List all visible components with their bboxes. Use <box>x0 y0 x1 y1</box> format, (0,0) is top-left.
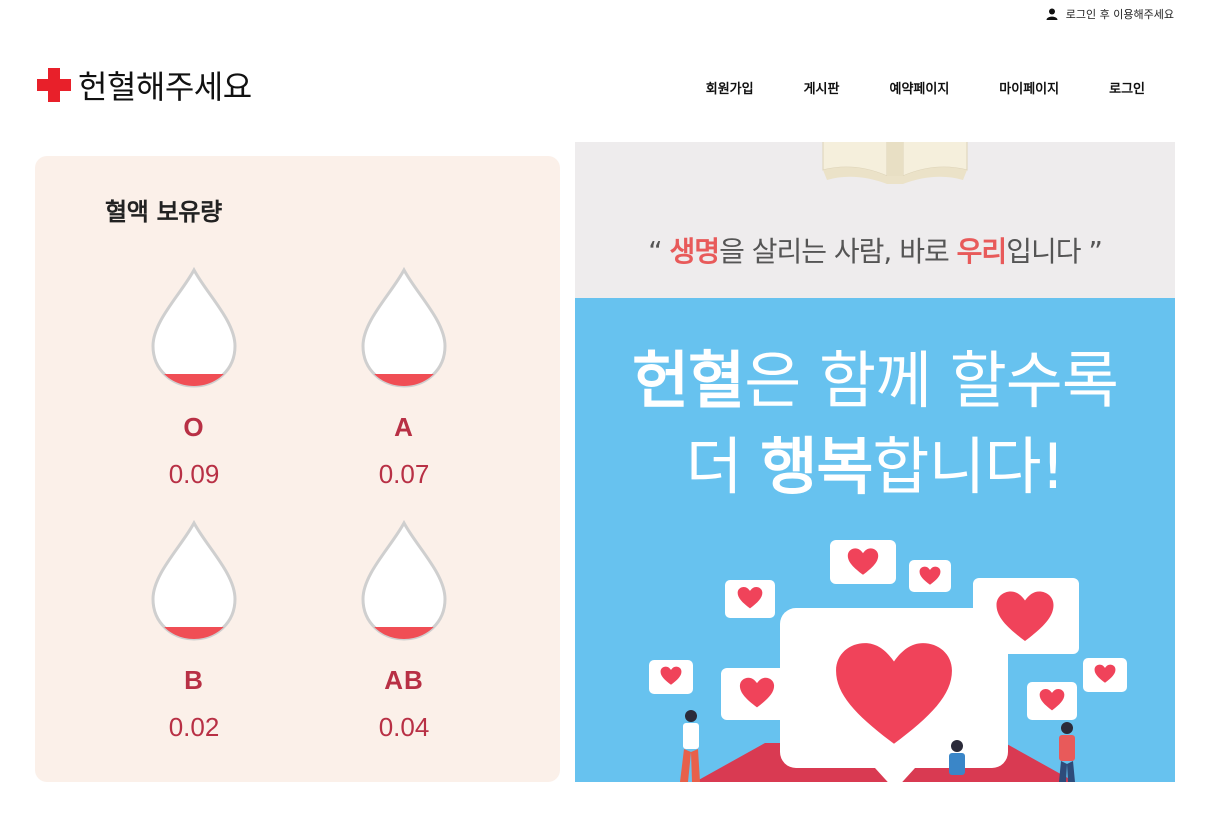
heart-icon <box>725 580 775 618</box>
blood-stock-panel: 혈액 보유량 O 0.09 A 0.07 B 0.02 AB 0.04 <box>35 156 560 782</box>
person-figure <box>1059 722 1075 782</box>
headline-pre-2: 더 <box>685 430 761 503</box>
heart-icon <box>1027 682 1077 720</box>
heart-icon <box>973 578 1079 654</box>
person-figure <box>680 710 700 782</box>
blood-drop-icon <box>361 519 447 641</box>
heart-icon <box>721 668 793 720</box>
book-illustration <box>822 142 968 184</box>
person-figure <box>949 740 965 775</box>
logo-text: 헌혈해주세요 <box>78 68 252 106</box>
quote-mid: 을 살리는 사람, 바로 <box>719 235 957 268</box>
util-bar: 로그인 후 이용해주세요 <box>1046 6 1174 22</box>
blood-type-label: B <box>184 665 204 695</box>
headline-rest-2: 합니다! <box>872 430 1065 503</box>
main-nav: 회원가입 게시판 예약페이지 마이페이지 로그인 <box>681 78 1168 97</box>
red-cross-logo-icon <box>37 68 71 102</box>
banner-headline: 헌혈은 함께 할수록 더 행복합니다! <box>575 338 1175 510</box>
blood-type-value: 0.02 <box>168 712 220 742</box>
quote-accent-us: 우리 <box>956 235 1008 268</box>
headline-rest-1: 은 함께 할수록 <box>744 344 1119 417</box>
blood-drop-icon <box>151 266 237 388</box>
blood-type-label: A <box>394 412 414 442</box>
promo-banner: “ 생명을 살리는 사람, 바로 우리입니다 ” 헌혈은 함께 할수록 더 행복… <box>575 142 1175 782</box>
headline-line-1: 헌혈은 함께 할수록 <box>575 338 1175 424</box>
hearts-illustration <box>649 540 1127 782</box>
nav-reservation[interactable]: 예약페이지 <box>864 78 974 97</box>
nav-board[interactable]: 게시판 <box>779 78 865 97</box>
nav-signup[interactable]: 회원가입 <box>681 78 779 97</box>
banner-quote: “ 생명을 살리는 사람, 바로 우리입니다 ” <box>575 230 1175 270</box>
banner-main-area: 헌혈은 함께 할수록 더 행복합니다! <box>575 298 1175 782</box>
blood-stock-title: 혈액 보유량 <box>105 198 222 226</box>
nav-mypage[interactable]: 마이페이지 <box>974 78 1084 97</box>
quote-open: “ <box>648 235 670 268</box>
blood-drop-icon <box>151 519 237 641</box>
blood-type-b: B 0.02 <box>139 519 249 743</box>
quote-end: 입니다 ” <box>1006 235 1103 268</box>
heart-icon <box>649 660 693 694</box>
blood-type-value: 0.04 <box>378 712 430 742</box>
heart-icon <box>909 560 951 592</box>
login-prompt-link[interactable]: 로그인 후 이용해주세요 <box>1066 6 1174 22</box>
headline-bold-1: 헌혈 <box>632 344 745 417</box>
quote-accent-life: 생명 <box>669 235 721 268</box>
heart-icon <box>830 540 896 584</box>
headline-line-2: 더 행복합니다! <box>575 424 1175 510</box>
banner-quote-area: “ 생명을 살리는 사람, 바로 우리입니다 ” <box>575 142 1175 298</box>
blood-type-a: A 0.07 <box>349 266 459 490</box>
blood-drop-icon <box>361 266 447 388</box>
blood-type-value: 0.07 <box>378 459 430 489</box>
blood-type-label: AB <box>384 665 424 695</box>
heart-icon <box>1083 658 1127 692</box>
headline-bold-2: 행복 <box>760 430 873 503</box>
blood-type-o: O 0.09 <box>139 266 249 490</box>
site-logo[interactable]: 헌혈해주세요 <box>36 62 252 108</box>
nav-login[interactable]: 로그인 <box>1084 78 1168 97</box>
blood-type-ab: AB 0.04 <box>349 519 459 743</box>
user-icon <box>1046 8 1058 20</box>
blood-type-value: 0.09 <box>168 459 220 489</box>
blood-type-label: O <box>183 412 205 442</box>
